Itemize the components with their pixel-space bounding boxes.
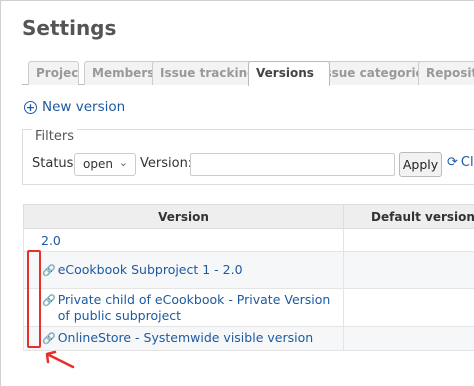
settings-tabs: Project Members Issue tracking Versions … — [22, 59, 474, 86]
annotation-arrow-icon — [45, 350, 75, 369]
plus-circle-icon: + — [24, 100, 37, 114]
version-link[interactable]: OnlineStore - Systemwide visible version — [58, 330, 313, 346]
version-link[interactable]: eCookbook Subproject 1 - 2.0 — [58, 262, 243, 278]
table-row: 🔗 eCookbook Subproject 1 - 2.0 — [23, 251, 474, 289]
tab-issue-tracking[interactable]: Issue tracking — [152, 61, 262, 85]
version-cell: 🔗 Private child of eCookbook - Private V… — [23, 288, 344, 327]
new-version-label: New version — [42, 99, 126, 115]
filters-legend[interactable]: Filters — [32, 129, 77, 144]
new-version-link[interactable]: + New version — [24, 99, 125, 115]
settings-page: Settings Project Members Issue tracking … — [0, 0, 474, 386]
version-column-header[interactable]: Version — [23, 204, 344, 229]
default-version-cell — [343, 228, 474, 252]
link-icon: 🔗 — [42, 263, 56, 277]
version-label: Version: — [140, 156, 193, 171]
tab-project[interactable]: Project — [28, 61, 79, 85]
tab-repositories[interactable]: Repositories — [418, 61, 474, 85]
versions-table: Version Default version 2.0 🔗 eCookbook … — [23, 204, 474, 351]
version-link[interactable]: 2.0 — [41, 233, 61, 248]
clear-label: Clear — [460, 155, 474, 170]
annotation-highlight-box — [27, 250, 41, 348]
tab-versions[interactable]: Versions — [248, 61, 330, 86]
chevron-down-icon: ⌄ — [118, 156, 128, 169]
table-row: 🔗 Private child of eCookbook - Private V… — [23, 288, 474, 327]
version-input[interactable] — [190, 153, 395, 176]
status-select[interactable]: open ⌄ — [74, 153, 136, 176]
link-icon: 🔗 — [42, 332, 56, 345]
default-version-cell — [343, 326, 474, 351]
apply-button[interactable]: Apply — [399, 152, 442, 177]
status-label: Status: — [32, 156, 78, 171]
status-select-value: open — [83, 157, 113, 171]
page-title: Settings — [22, 16, 117, 40]
link-icon: 🔗 — [42, 293, 56, 307]
version-link[interactable]: Private child of eCookbook - Private Ver… — [58, 292, 341, 324]
version-cell: 🔗 OnlineStore - Systemwide visible versi… — [23, 326, 344, 351]
clear-link[interactable]: ⟳ Clear — [447, 155, 474, 170]
refresh-icon: ⟳ — [447, 155, 458, 170]
table-row: 2.0 — [23, 228, 474, 252]
default-version-column-header[interactable]: Default version — [343, 204, 474, 229]
version-cell: 🔗 eCookbook Subproject 1 - 2.0 — [23, 251, 344, 289]
default-version-cell — [343, 251, 474, 289]
table-row: 🔗 OnlineStore - Systemwide visible versi… — [23, 326, 474, 351]
default-version-cell — [343, 288, 474, 327]
version-cell: 2.0 — [23, 228, 344, 252]
